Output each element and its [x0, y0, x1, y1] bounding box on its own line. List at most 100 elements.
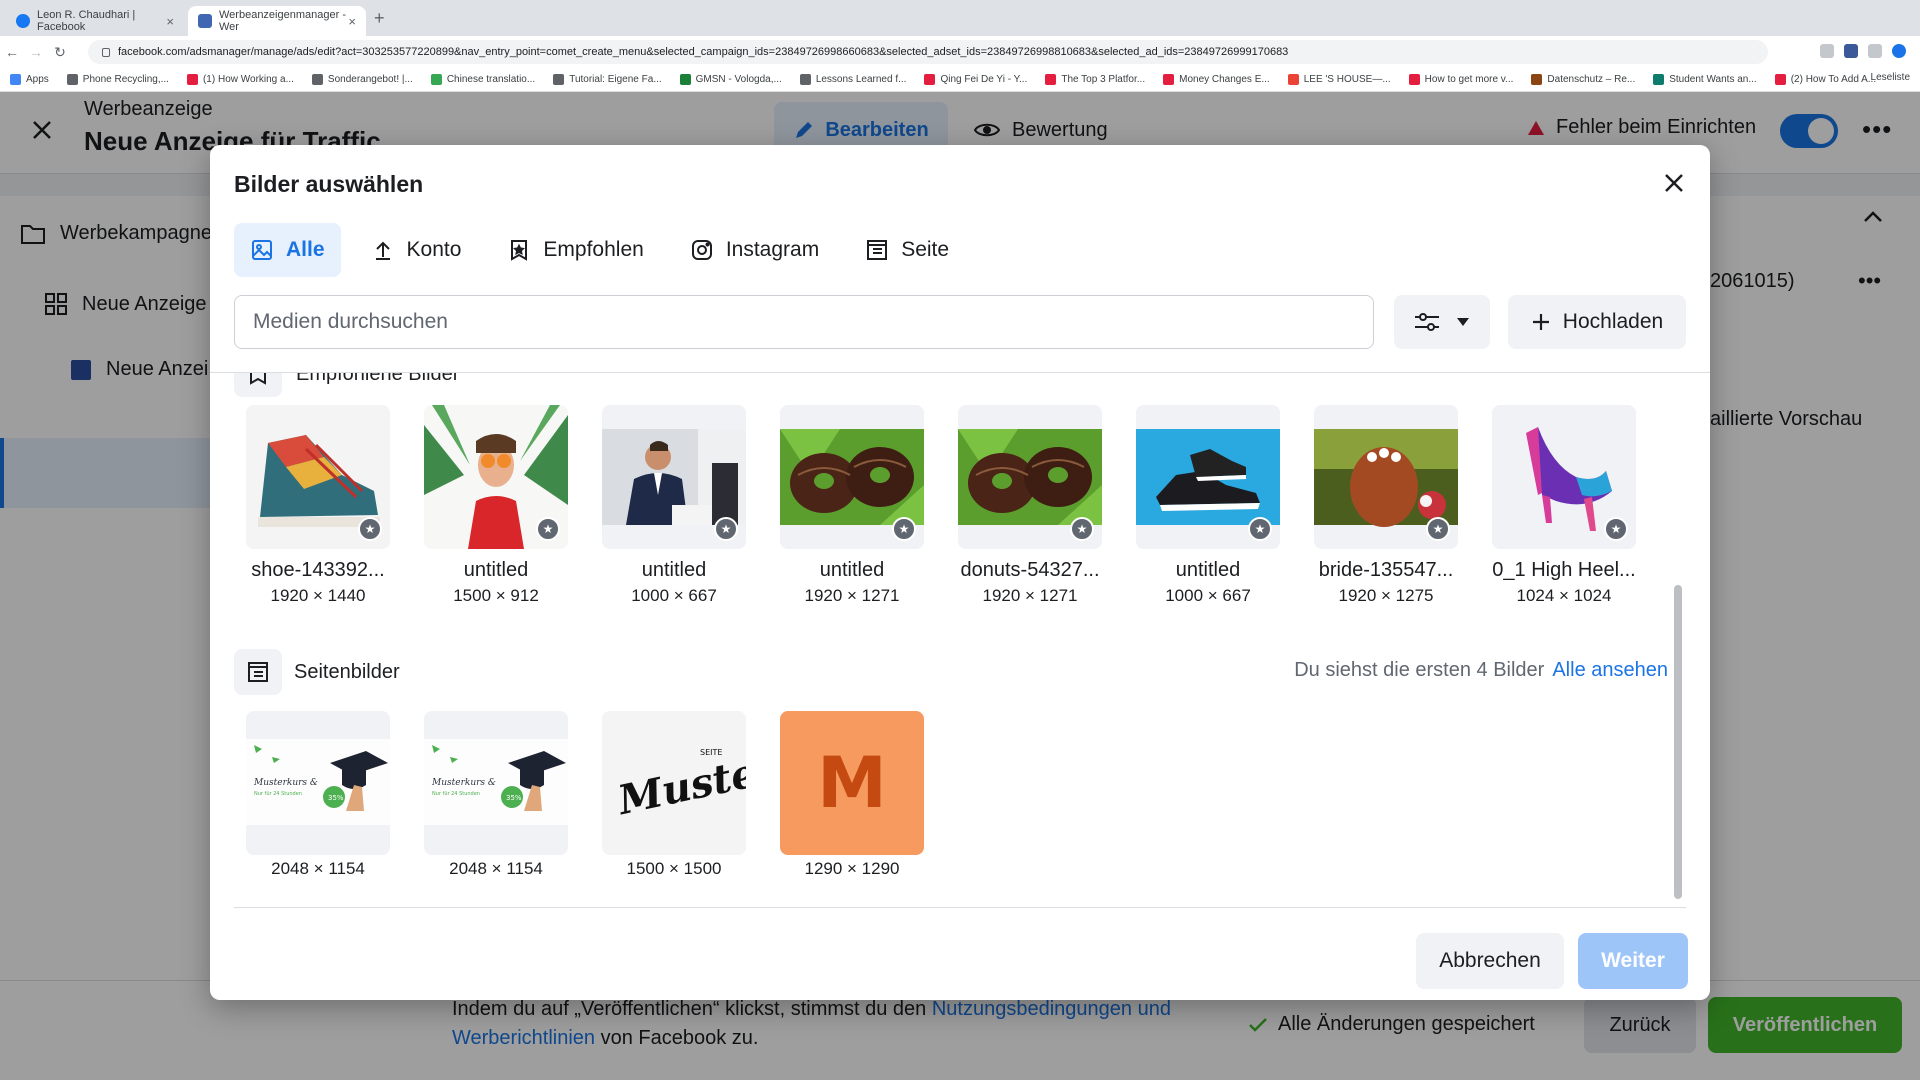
star-icon: ★	[1426, 517, 1450, 541]
bookmark-item[interactable]: (1) How Working a...	[186, 74, 294, 85]
media-name: donuts-54327...	[960, 559, 1100, 581]
media-dimensions: 1920 × 1271	[804, 586, 900, 605]
star-icon: ★	[1248, 517, 1272, 541]
media-item[interactable]: ★ untitled 1000 × 667	[602, 405, 746, 606]
media-item[interactable]: ★ donuts-54327... 1920 × 1271	[958, 405, 1102, 606]
media-item[interactable]: Musterkurs & Nur für 24 Stunden 35% 2048 × …	[246, 711, 390, 879]
reading-list[interactable]: Leseliste	[1871, 72, 1910, 83]
media-dimensions: 2048 × 1154	[449, 859, 543, 878]
thumbnail-heel[interactable]: ★	[1492, 405, 1636, 549]
thumbnail-woman[interactable]: ★	[424, 405, 568, 549]
browser-tab[interactable]: Leon R. Chaudhari | Facebook ×	[6, 6, 184, 36]
bookmark-item[interactable]: Tutorial: Eigene Fa...	[553, 74, 662, 85]
bookmark-label: Sonderangebot! |...	[327, 74, 413, 85]
image-icon	[250, 238, 274, 262]
bookmark-label: Lessons Learned f...	[815, 74, 907, 85]
forward-arrow-icon[interactable]: →	[24, 44, 48, 60]
tab-seite[interactable]: Seite	[849, 223, 965, 277]
scrollbar[interactable]	[1674, 585, 1682, 899]
thumbnail-bride[interactable]: ★	[1314, 405, 1458, 549]
media-item[interactable]: ★ bride-135547... 1920 × 1275	[1314, 405, 1458, 606]
bookmark-label: Qing Fei De Yi - Y...	[940, 74, 1028, 85]
media-item[interactable]: Muster SEITE 1500 × 1500	[602, 711, 746, 879]
thumbnail-grad[interactable]: Musterkurs & Nur für 24 Stunden 35%	[424, 711, 568, 855]
instagram-icon	[690, 238, 714, 262]
media-dimensions: 1920 × 1440	[270, 586, 366, 605]
bookmark-item[interactable]: Student Wants an...	[1653, 74, 1757, 85]
star-icon: ★	[1070, 517, 1094, 541]
bookmark-item[interactable]: Sonderangebot! |...	[311, 74, 413, 85]
media-search-input[interactable]: Medien durchsuchen	[234, 295, 1374, 349]
media-item[interactable]: ★ untitled 1500 × 912	[424, 405, 568, 606]
tab-instagram[interactable]: Instagram	[674, 223, 835, 277]
new-tab-icon[interactable]: +	[374, 8, 385, 29]
extension-icon[interactable]	[1820, 44, 1834, 58]
media-name: untitled	[1175, 559, 1241, 581]
thumbnail-business[interactable]: ★	[602, 405, 746, 549]
thumbnail-donuts[interactable]: ★	[780, 405, 924, 549]
next-button[interactable]: Weiter	[1578, 933, 1688, 989]
puzzle-icon[interactable]	[1868, 44, 1882, 58]
extension-icon[interactable]	[1844, 44, 1858, 58]
back-arrow-icon[interactable]: ←	[0, 44, 24, 60]
svg-text:Musterkurs &: Musterkurs &	[431, 778, 496, 788]
media-item[interactable]: ★ 0_1 High Heel... 1024 × 1024	[1492, 405, 1636, 606]
bookmark-item[interactable]: Apps	[10, 74, 49, 85]
upload-label: Hochladen	[1562, 310, 1664, 333]
see-all-link[interactable]: Alle ansehen	[1552, 659, 1668, 681]
media-item[interactable]: ★ untitled 1000 × 667	[1136, 405, 1280, 606]
bookmark-item[interactable]: Lessons Learned f...	[799, 74, 907, 85]
bookmark-label: The Top 3 Platfor...	[1061, 74, 1146, 85]
thumbnail-donuts[interactable]: ★	[958, 405, 1102, 549]
address-bar[interactable]: facebook.com/adsmanager/manage/ads/edit?…	[88, 40, 1768, 64]
tab-alle[interactable]: Alle	[234, 223, 341, 277]
media-item[interactable]: Musterkurs & Nur für 24 Stunden 35% 2048 × …	[424, 711, 568, 879]
media-dimensions: 1500 × 1500	[626, 859, 722, 878]
url-text: facebook.com/adsmanager/manage/ads/edit?…	[118, 46, 1289, 58]
bookmark-item[interactable]: Chinese translatio...	[430, 74, 535, 85]
bookmark-label: GMSN - Vologda,...	[695, 74, 782, 85]
bookmark-item[interactable]: Phone Recycling,...	[66, 74, 169, 85]
media-item[interactable]: M 1290 × 1290	[780, 711, 924, 879]
filter-button[interactable]	[1394, 295, 1490, 349]
bookmark-item[interactable]: Qing Fei De Yi - Y...	[924, 74, 1027, 85]
divider	[234, 907, 1686, 908]
thumbnail-muster[interactable]: Muster SEITE	[602, 711, 746, 855]
thumbnail-letter[interactable]: M	[780, 711, 924, 855]
bookmark-label: (2) How To Add A...	[1790, 74, 1877, 85]
star-icon: ★	[358, 517, 382, 541]
tab-label: Konto	[406, 238, 462, 261]
bookmark-item[interactable]: How to get more v...	[1408, 74, 1513, 85]
reload-icon[interactable]: ↻	[48, 44, 72, 61]
star-icon: ★	[1604, 517, 1628, 541]
tab-konto[interactable]: Konto	[355, 223, 478, 277]
media-scroll-area[interactable]: Empfohlene Bilder ★ shoe-143392... 1920 × …	[234, 373, 1686, 908]
media-item[interactable]: ★ shoe-143392... 1920 × 1440	[246, 405, 390, 606]
upload-icon	[371, 238, 395, 262]
page-images-grid: Musterkurs & Nur für 24 Stunden 35% 2048 × …	[246, 711, 924, 879]
bookmark-item[interactable]: (2) How To Add A...	[1774, 74, 1877, 85]
bookmark-item[interactable]: Money Changes E...	[1163, 74, 1270, 85]
bookmark-item[interactable]: GMSN - Vologda,...	[679, 74, 782, 85]
close-tab-icon[interactable]: ×	[166, 14, 174, 29]
tab-empfohlen[interactable]: Empfohlen	[491, 223, 659, 277]
media-item[interactable]: ★ untitled 1920 × 1271	[780, 405, 924, 606]
thumbnail-shoe[interactable]: ★	[246, 405, 390, 549]
thumbnail-grad[interactable]: Musterkurs & Nur für 24 Stunden 35%	[246, 711, 390, 855]
source-tabs: Alle Konto Empfohlen Instagram Seite	[234, 223, 965, 277]
close-tab-icon[interactable]: ×	[348, 14, 356, 29]
close-icon[interactable]	[1660, 169, 1688, 197]
browser-tab-active[interactable]: Werbeanzeigenmanager - Wer ×	[188, 6, 366, 36]
bookmark-favicon-icon	[553, 74, 565, 85]
bookmark-label: Tutorial: Eigene Fa...	[569, 74, 662, 85]
bookmark-item[interactable]: LEE 'S HOUSE—...	[1287, 74, 1391, 85]
thumbnail-sneaker[interactable]: ★	[1136, 405, 1280, 549]
tab-title: Werbeanzeigenmanager - Wer	[219, 9, 346, 33]
bookmark-item[interactable]: The Top 3 Platfor...	[1045, 74, 1145, 85]
bookmark-favicon-icon	[679, 74, 691, 85]
upload-button[interactable]: Hochladen	[1508, 295, 1686, 349]
cancel-button[interactable]: Abbrechen	[1416, 933, 1564, 989]
page-icon	[865, 238, 889, 262]
bookmark-item[interactable]: Datenschutz – Re...	[1531, 74, 1635, 85]
profile-icon[interactable]	[1892, 44, 1906, 58]
